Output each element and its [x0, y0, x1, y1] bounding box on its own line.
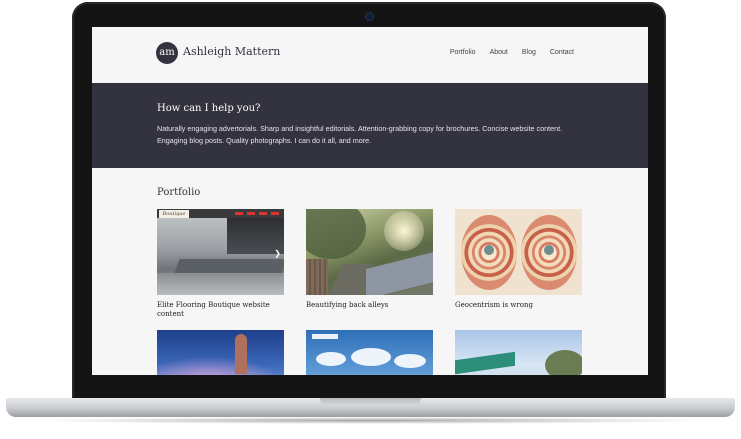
thumbnail-floor [157, 273, 284, 295]
portfolio-thumbnail-kitchen[interactable]: Boutique ❯ [157, 209, 284, 295]
thumbnail-site-logo [312, 334, 338, 339]
portfolio-thumbnail-building[interactable] [455, 330, 582, 375]
thumbnail-cloud [351, 348, 391, 366]
thumbnail-tree [306, 209, 366, 259]
portfolio-heading: Portfolio [157, 187, 201, 198]
nav-item-about[interactable]: About [490, 49, 508, 56]
portfolio-thumbnail-sky[interactable] [306, 330, 433, 375]
laptop-shadow [28, 417, 713, 424]
thumbnail-tree [545, 350, 582, 375]
thumbnail-cloud [394, 354, 426, 368]
logo-badge[interactable]: am [156, 42, 178, 64]
hero-description: Naturally engaging advertorials. Sharp a… [157, 124, 563, 145]
portfolio-thumbnail-alley[interactable] [306, 209, 433, 295]
thumbnail-sunlight [384, 211, 424, 251]
portfolio-caption[interactable]: Geocentrism is wrong [455, 301, 582, 310]
portfolio-card-back-alleys[interactable]: Beautifying back alleys [306, 209, 433, 310]
portfolio-card-5[interactable] [306, 330, 433, 375]
portfolio-thumbnail-night-rock[interactable] [157, 330, 284, 375]
thumbnail-green-roof [455, 351, 515, 375]
thumbnail-fence [306, 259, 328, 295]
portfolio-caption[interactable]: Elite Flooring Boutique website content [157, 301, 284, 319]
thumbnail-rock [235, 334, 247, 374]
thumbnail-cloud [316, 352, 346, 366]
portfolio-card-4[interactable] [157, 330, 284, 375]
site-header: am Ashleigh Mattern Portfolio About Blog… [92, 27, 648, 83]
nav-item-blog[interactable]: Blog [522, 49, 536, 56]
thumbnail-brand-logo: Boutique [159, 210, 189, 218]
globe-icon [544, 245, 554, 255]
chevron-right-icon: ❯ [274, 249, 281, 258]
portfolio-card-6[interactable] [455, 330, 582, 375]
portfolio-card-geocentrism[interactable]: Geocentrism is wrong [455, 209, 582, 310]
main-nav: Portfolio About Blog Contact [450, 49, 574, 56]
thumbnail-roof [366, 249, 433, 295]
nav-item-portfolio[interactable]: Portfolio [450, 49, 476, 56]
hero-section: How can I help you? Naturally engaging a… [92, 83, 648, 168]
nav-item-contact[interactable]: Contact [550, 49, 574, 56]
thumbnail-counter [174, 259, 284, 273]
site-title[interactable]: Ashleigh Mattern [183, 45, 280, 58]
portfolio-card-elite-flooring[interactable]: Boutique ❯ Elite Flooring Boutique websi… [157, 209, 284, 319]
hero-title: How can I help you? [157, 103, 261, 114]
portfolio-thumbnail-celestial-chart[interactable] [455, 209, 582, 295]
thumbnail-glow [157, 356, 284, 375]
portfolio-caption[interactable]: Beautifying back alleys [306, 301, 433, 310]
webcam-icon [366, 13, 373, 20]
globe-icon [484, 245, 494, 255]
laptop-opening-notch [320, 398, 421, 406]
browser-viewport: am Ashleigh Mattern Portfolio About Blog… [92, 27, 648, 375]
